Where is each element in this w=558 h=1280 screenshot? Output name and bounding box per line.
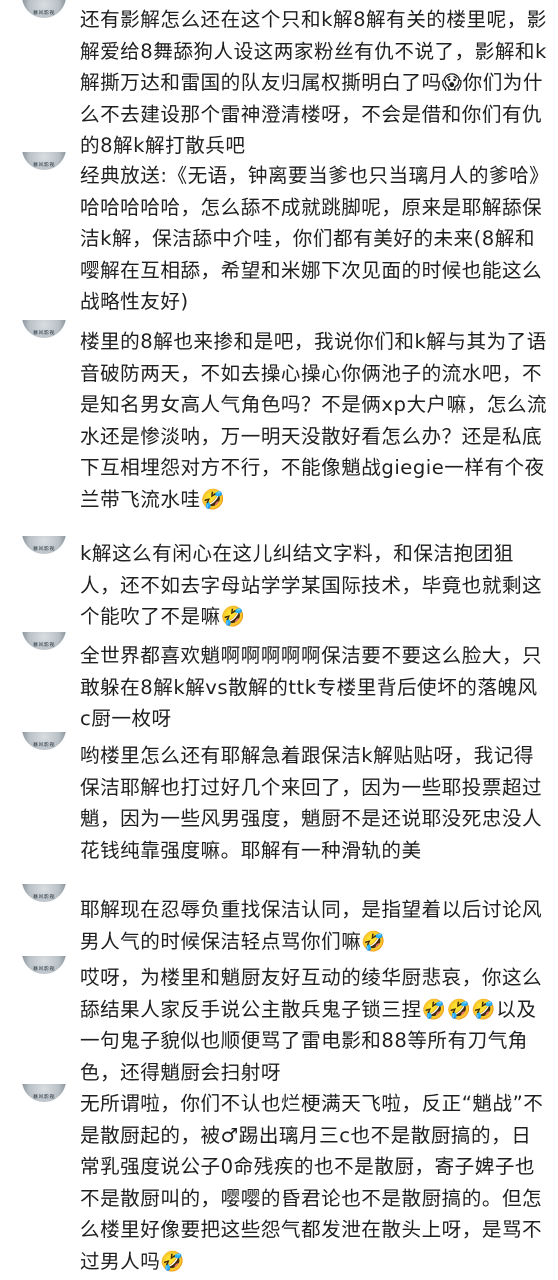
avatar-label: 暴风影视 <box>32 894 55 900</box>
avatar-label: 暴风影视 <box>32 1094 55 1100</box>
avatar[interactable]: 暴风影视 <box>22 0 66 18</box>
comment-text: 还有影解怎么还在这个只和k解8解有关的楼里呢，影解爱给8舞舔狗人设这两家粉丝有仇… <box>80 8 547 158</box>
avatar[interactable]: 暴风影视 <box>22 320 66 338</box>
avatar-label: 暴风影视 <box>32 10 55 16</box>
comment-text: 哟楼里怎么还有耶解急着跟保洁k解贴贴呀，我记得保洁耶解也打过好几个来回了，因为一… <box>80 744 543 862</box>
avatar[interactable]: 暴风影视 <box>22 884 66 902</box>
avatar[interactable]: 暴风影视 <box>22 956 66 974</box>
comment-text: 耶解现在忍辱负重找保洁认同，是指望着以后讨论风男人气的时候保洁轻点骂你们嘛🤣 <box>80 898 543 953</box>
avatar[interactable]: 暴风影视 <box>22 1084 66 1102</box>
avatar[interactable]: 暴风影视 <box>22 732 66 750</box>
comment-text: 哎呀，为楼里和魈厨友好互动的绫华厨悲哀，你这么舔结果人家反手说公主散兵鬼子锁三捏… <box>80 966 543 1084</box>
comment-text: 无所谓啦，你们不认也烂梗满天飞啦，反正“魈战”不是散厨起的，被♂踢出璃月三c也不… <box>80 1092 544 1273</box>
avatar-label: 暴风影视 <box>32 546 55 552</box>
avatar[interactable]: 暴风影视 <box>22 536 66 554</box>
comment-text: k解这么有闲心在这儿纠结文字料，和保洁抱团狙人，还不如去字母站学学某国际技术，毕… <box>80 542 543 629</box>
avatar-label: 暴风影视 <box>32 966 55 972</box>
comment-feed: 暴风影视 还有影解怎么还在这个只和k解8解有关的楼里呢，影解爱给8舞舔狗人设这两… <box>0 0 558 1280</box>
comment-text: 楼里的8解也来掺和是吧，我说你们和k解与其为了语音破防两天，不如去操心操心你俩池… <box>80 330 548 511</box>
avatar-label: 暴风影视 <box>32 742 55 748</box>
comment-text: 全世界都喜欢魈啊啊啊啊啊保洁要不要这么脸大，只敢躲在8解k解vs散解的ttk专楼… <box>80 644 543 731</box>
avatar[interactable]: 暴风影视 <box>22 632 66 650</box>
comment-text: 经典放送:《无语，钟离要当爹也只当璃月人的爹哈》哈哈哈哈哈，怎么舔不成就跳脚呢，… <box>80 164 543 314</box>
avatar-label: 暴风影视 <box>32 642 55 648</box>
avatar-label: 暴风影视 <box>32 330 55 336</box>
avatar[interactable]: 暴风影视 <box>22 152 66 170</box>
avatar-label: 暴风影视 <box>32 162 55 168</box>
